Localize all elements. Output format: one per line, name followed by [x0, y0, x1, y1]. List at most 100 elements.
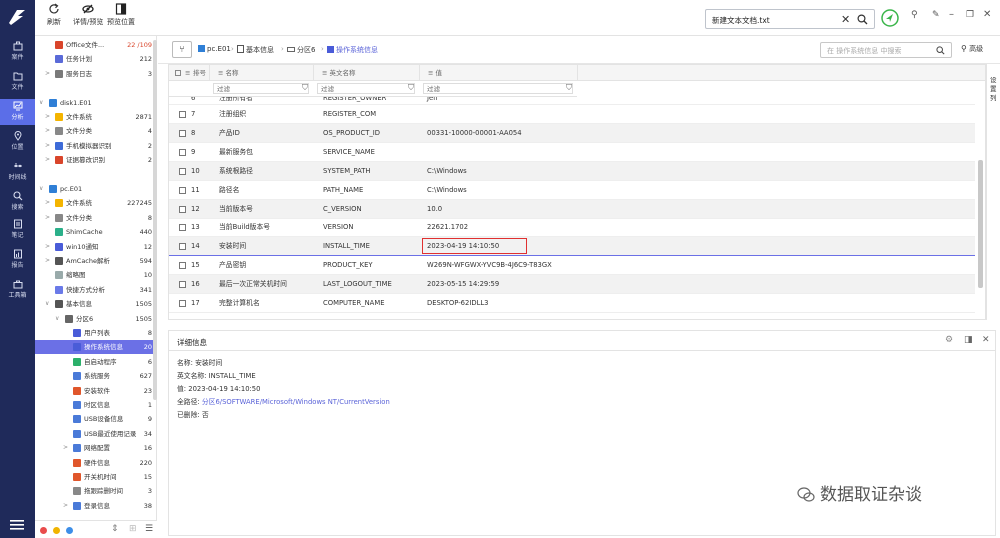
- clear-icon[interactable]: ✕: [841, 13, 850, 26]
- tree-item[interactable]: > 登录信息 38: [35, 499, 156, 513]
- preview-position-button[interactable]: 预览位置: [107, 3, 135, 27]
- table-row[interactable]: 12 当前版本号 C_VERSION 10.0: [169, 199, 975, 219]
- branch-icon[interactable]: ⑂: [172, 41, 192, 58]
- breadcrumb-item[interactable]: 基本信息: [237, 45, 274, 55]
- table-row[interactable]: 9 最新服务包 SERVICE_NAME: [169, 143, 975, 162]
- refresh-button[interactable]: 刷新: [47, 3, 61, 27]
- close-icon[interactable]: ✕: [983, 9, 991, 20]
- tree-item[interactable]: ∨ 基本信息 1505: [35, 297, 156, 311]
- row-checkbox[interactable]: [179, 300, 186, 307]
- tree-item[interactable]: 时区信息 1: [35, 398, 156, 412]
- expand-arrow-icon[interactable]: >: [45, 196, 50, 210]
- expand-arrow-icon[interactable]: >: [45, 240, 50, 254]
- expand-collapse-icon[interactable]: ⇕: [111, 524, 119, 534]
- expand-arrow-icon[interactable]: >: [45, 211, 50, 225]
- table-row[interactable]: 7 注册组织 REGISTER_COM: [169, 105, 975, 124]
- expand-arrow-icon[interactable]: >: [45, 67, 50, 81]
- file-search-input[interactable]: 新建文本文档.txt ✕: [705, 9, 875, 29]
- tree-item[interactable]: 安装软件 23: [35, 384, 156, 398]
- table-row[interactable]: 14 安装时间 INSTALL_TIME 2023-04-19 14:10:50: [169, 237, 975, 257]
- tree-item[interactable]: 硬件信息 220: [35, 456, 156, 470]
- tree-item[interactable]: ∨ disk1.E01: [35, 96, 156, 110]
- tree-item[interactable]: 快捷方式分析 341: [35, 283, 156, 297]
- table-row[interactable]: 16 最后一次正常关机时间 LAST_LOGOUT_TIME 2023-05-15 1…: [169, 275, 975, 295]
- pin-icon[interactable]: ✎: [932, 10, 940, 20]
- filter-icon[interactable]: ⛉: [566, 83, 572, 93]
- filter-en[interactable]: 过滤 ⛉: [313, 81, 419, 97]
- tree-item[interactable]: 拖跟踪删时间 3: [35, 484, 156, 498]
- rail-item-folder[interactable]: 文件: [0, 69, 35, 95]
- tree-item[interactable]: ShimCache 440: [35, 225, 156, 239]
- tree-item[interactable]: > 文件分类 4: [35, 124, 156, 138]
- tree-item[interactable]: ∨ 分区6 1505: [35, 312, 156, 326]
- tree-item[interactable]: > win10通知 12: [35, 240, 156, 254]
- rail-item-timeline[interactable]: 时间线: [0, 159, 35, 185]
- expand-arrow-icon[interactable]: >: [45, 139, 50, 153]
- detail-path-link[interactable]: 分区6/SOFTWARE/Microsoft/Windows NT/Curren…: [202, 398, 390, 406]
- blue-dot-icon[interactable]: [66, 527, 73, 534]
- row-checkbox[interactable]: [179, 205, 186, 213]
- rail-item-toolbox[interactable]: 工具箱: [0, 277, 35, 303]
- row-checkbox[interactable]: [179, 281, 186, 289]
- rail-item-analysis[interactable]: 分析: [0, 99, 35, 125]
- tree-item[interactable]: 系统服务 627: [35, 369, 156, 383]
- column-header-no[interactable]: ≡ 排号: [169, 65, 209, 81]
- breadcrumb-current[interactable]: 操作系统信息: [327, 45, 378, 55]
- tree-item[interactable]: 任务计划 212: [35, 52, 156, 66]
- column-settings-panel[interactable]: 设置列: [986, 64, 1000, 320]
- breadcrumb-item[interactable]: 分区6: [287, 45, 315, 55]
- row-checkbox[interactable]: [179, 129, 186, 137]
- row-checkbox[interactable]: [179, 243, 186, 251]
- rail-item-report[interactable]: 报告: [0, 247, 35, 273]
- tree-item[interactable]: > 文件分类 8: [35, 211, 156, 225]
- tree-item[interactable]: > 文件系统 2871: [35, 110, 156, 124]
- column-header-value[interactable]: ≡ 值: [419, 65, 577, 81]
- table-row[interactable]: 11 路径名 PATH_NAME C:\Windows: [169, 181, 975, 200]
- table-row[interactable]: 15 产品密钥 PRODUCT_KEY W269N-WFGWX-YVC9B-4J6C9…: [169, 256, 975, 276]
- row-checkbox[interactable]: [179, 111, 186, 118]
- expand-arrow-icon[interactable]: ∨: [55, 312, 59, 326]
- tree-item[interactable]: USB设备信息 9: [35, 412, 156, 426]
- expand-arrow-icon[interactable]: >: [45, 124, 50, 138]
- rail-item-note[interactable]: 笔记: [0, 217, 35, 243]
- tree-scrollbar[interactable]: [153, 40, 157, 400]
- yellow-dot-icon[interactable]: [53, 527, 60, 534]
- column-settings-label[interactable]: 设置列: [990, 76, 998, 103]
- search-icon[interactable]: [857, 14, 868, 25]
- expand-arrow-icon[interactable]: ∨: [45, 297, 49, 311]
- red-dot-icon[interactable]: [40, 527, 47, 534]
- expand-arrow-icon[interactable]: >: [45, 153, 50, 167]
- tree-item[interactable]: > 文件系统 227245: [35, 196, 156, 210]
- user-icon[interactable]: ⚲: [911, 10, 918, 20]
- detail-preview-button[interactable]: 详情/预览: [73, 3, 103, 27]
- row-checkbox[interactable]: [179, 167, 186, 175]
- tree-item[interactable]: Office文件... 22 /109: [35, 38, 156, 52]
- restore-icon[interactable]: ❐: [966, 10, 974, 20]
- rail-item-location[interactable]: 位置: [0, 129, 35, 155]
- expand-arrow-icon[interactable]: ∨: [39, 182, 43, 196]
- filter-value[interactable]: 过滤 ⛉: [419, 81, 577, 97]
- tree-item[interactable]: ∨ pc.E01: [35, 182, 156, 196]
- expand-arrow-icon[interactable]: >: [45, 110, 50, 124]
- grid-view-icon[interactable]: ⊞: [129, 524, 137, 534]
- status-check-icon[interactable]: [881, 9, 899, 27]
- column-header-name[interactable]: ≡ 名称: [209, 65, 313, 81]
- row-checkbox[interactable]: [179, 262, 186, 270]
- settings-icon[interactable]: ⚙: [945, 335, 953, 345]
- table-row[interactable]: 13 当前Build版本号 VERSION 22621.1702: [169, 218, 975, 238]
- tree-item[interactable]: > 服务日志 3: [35, 67, 156, 81]
- rail-item-search[interactable]: 搜索: [0, 189, 35, 215]
- expand-arrow-icon[interactable]: ∨: [39, 96, 43, 110]
- table-search-input[interactable]: 在 操作系统信息 中搜索: [820, 42, 952, 58]
- menu-icon[interactable]: [10, 520, 24, 530]
- tree-item[interactable]: > 手机模拟器识别 2: [35, 139, 156, 153]
- tree-item[interactable]: > 网络配置 16: [35, 441, 156, 455]
- minimize-icon[interactable]: –: [949, 9, 954, 20]
- breadcrumb-item[interactable]: pc.E01: [198, 45, 231, 53]
- dock-icon[interactable]: ◨: [964, 335, 973, 345]
- expand-arrow-icon[interactable]: >: [63, 499, 68, 513]
- tree-item[interactable]: 自启动程序 6: [35, 355, 156, 369]
- list-view-icon[interactable]: ☰: [145, 524, 153, 534]
- filter-name[interactable]: 过滤 ⛉: [209, 81, 313, 97]
- rail-item-briefcase[interactable]: 案件: [0, 39, 35, 65]
